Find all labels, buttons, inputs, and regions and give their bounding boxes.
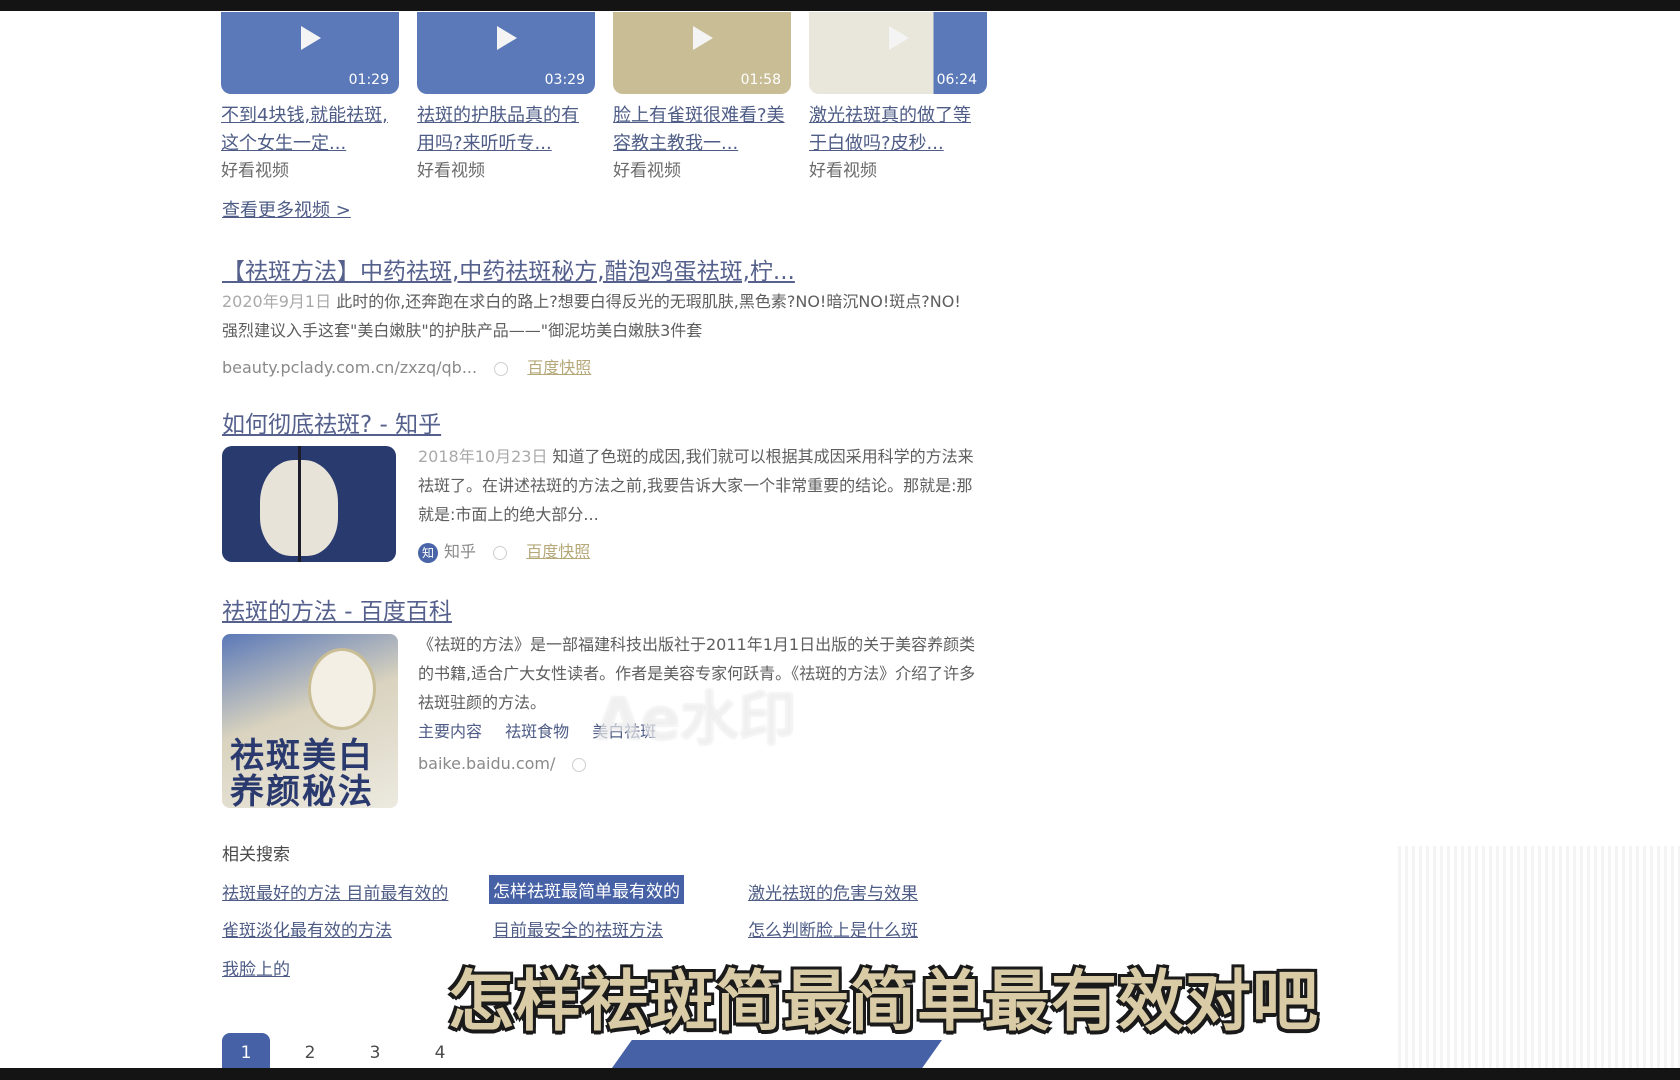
related-search-link[interactable]: 怎么判断脸上是什么斑 (748, 916, 918, 941)
safety-icon (494, 361, 509, 376)
result-source: 知乎 (444, 542, 477, 561)
top-letterbox-bar (0, 0, 1680, 11)
result-abstract-text: 此时的你,还奔跑在求白的路上?想要白得反光的无瑕肌肤,黑色素?NO!暗沉NO!斑… (222, 292, 961, 340)
result-meta: baike.baidu.com/ (418, 754, 587, 773)
video-thumbnail[interactable]: 06:24 (809, 12, 987, 94)
video-card[interactable]: 03:29 祛斑的护肤品真的有用吗?来听听专... 好看视频 (417, 12, 595, 184)
result-thumbnail[interactable] (222, 446, 396, 562)
related-search-link-selected[interactable]: 怎样祛斑最简单最有效的 (489, 875, 684, 904)
video-title[interactable]: 激光祛斑真的做了等于白做吗?皮秒... (809, 102, 987, 158)
related-search-link[interactable]: 雀斑淡化最有效的方法 (222, 916, 392, 941)
related-search-link[interactable]: 我脸上的 (222, 955, 290, 980)
result-abstract: 2018年10月23日 知道了色斑的成因,我们就可以根据其成因采用科学的方法来祛… (418, 442, 978, 529)
video-card[interactable]: 01:58 脸上有雀斑很难看?美容教主教我一... 好看视频 (613, 12, 791, 184)
zhihu-icon: 知 (418, 542, 438, 563)
video-duration: 06:24 (936, 72, 977, 88)
decorative-banner (612, 1040, 942, 1068)
page-link[interactable]: 3 (351, 1033, 399, 1069)
result-meta: beauty.pclady.com.cn/zxzq/qb... 百度快照 (222, 354, 591, 378)
safety-icon (493, 545, 508, 560)
video-subtitle: 怎样祛斑简最简单最有效对吧 (448, 963, 1319, 1040)
video-duration: 01:58 (740, 72, 781, 88)
result-date: 2020年9月1日 (222, 292, 332, 311)
video-source: 好看视频 (417, 161, 485, 181)
result-title[interactable]: 祛斑的方法 - 百度百科 (222, 592, 452, 626)
snapshot-link[interactable]: 百度快照 (526, 542, 590, 561)
snapshot-link[interactable]: 百度快照 (527, 358, 591, 377)
video-source: 好看视频 (613, 161, 681, 181)
book-cover-image[interactable]: 祛斑美白 养颜秘法 (222, 634, 398, 808)
blurred-region (1398, 846, 1680, 1068)
play-icon (889, 26, 909, 50)
related-search-link[interactable]: 目前最安全的祛斑方法 (493, 916, 663, 941)
video-thumbnail[interactable]: 03:29 (417, 12, 595, 94)
result-url: beauty.pclady.com.cn/zxzq/qb... (222, 358, 478, 377)
result-url: baike.baidu.com/ (418, 754, 556, 773)
tag-link[interactable]: 主要内容 (418, 722, 482, 741)
split-line (298, 446, 301, 562)
result-title[interactable]: 如何彻底祛斑? - 知乎 (222, 405, 441, 439)
result-abstract: 2020年9月1日 此时的你,还奔跑在求白的路上?想要白得反光的无瑕肌肤,黑色素… (222, 287, 972, 345)
video-duration: 01:29 (348, 72, 389, 88)
result-title[interactable]: 【祛斑方法】中药祛斑,中药祛斑秘方,醋泡鸡蛋祛斑,柠... (222, 252, 795, 286)
video-title[interactable]: 不到4块钱,就能祛斑,这个女生一定... (221, 102, 399, 158)
video-title[interactable]: 祛斑的护肤品真的有用吗?来听听专... (417, 102, 595, 158)
video-duration: 03:29 (544, 72, 585, 88)
video-thumbnail[interactable]: 01:29 (221, 12, 399, 94)
result-meta: 知知乎 百度快照 (418, 538, 590, 563)
video-card[interactable]: 01:29 不到4块钱,就能祛斑,这个女生一定... 好看视频 (221, 12, 399, 184)
video-thumbnail[interactable]: 01:58 (613, 12, 791, 94)
cover-text-line-2: 养颜秘法 (230, 772, 374, 808)
related-search-link[interactable]: 祛斑最好的方法 目前最有效的 (222, 879, 448, 904)
video-source: 好看视频 (809, 161, 877, 181)
play-icon (301, 26, 321, 50)
video-card[interactable]: 06:24 激光祛斑真的做了等于白做吗?皮秒... 好看视频 (809, 12, 987, 184)
page-link[interactable]: 4 (416, 1033, 464, 1069)
video-title[interactable]: 脸上有雀斑很难看?美容教主教我一... (613, 102, 791, 158)
bottom-letterbox-bar (0, 1068, 1680, 1080)
video-source: 好看视频 (221, 161, 289, 181)
more-videos-link[interactable]: 查看更多视频 > (222, 196, 351, 222)
play-icon (693, 26, 713, 50)
tag-link[interactable]: 祛斑食物 (505, 722, 569, 741)
page-link[interactable]: 2 (286, 1033, 334, 1069)
safety-icon (572, 757, 587, 772)
play-icon (497, 26, 517, 50)
result-date: 2018年10月23日 (418, 447, 548, 466)
page-link-current[interactable]: 1 (222, 1033, 270, 1069)
watermark: Ae水印 (596, 685, 797, 753)
portrait-shape (308, 648, 376, 730)
related-search-link[interactable]: 激光祛斑的危害与效果 (748, 879, 918, 904)
related-searches-heading: 相关搜索 (222, 845, 290, 865)
